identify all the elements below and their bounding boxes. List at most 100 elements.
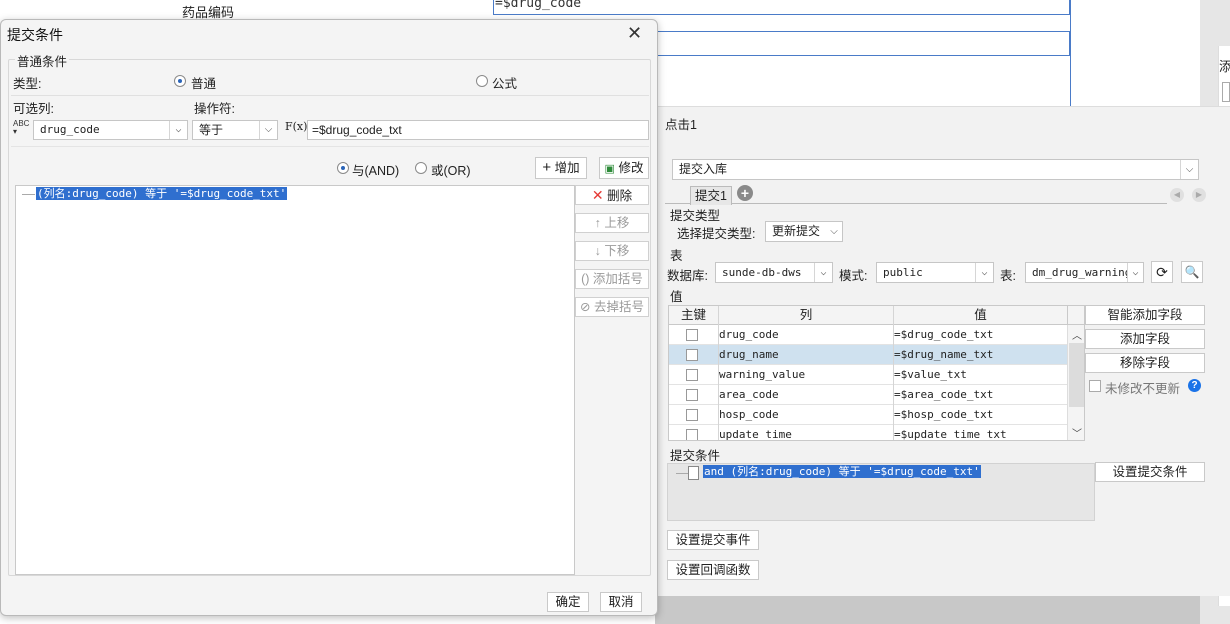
radio-and[interactable] [337,162,349,174]
table-scrollbar[interactable]: ︿ ﹀ [1067,325,1084,440]
radio-formula[interactable] [476,75,488,87]
expression-input[interactable]: =$drug_code_txt [307,120,649,140]
remove-bracket-label: 去掉括号 [593,300,644,314]
schema-value: public [883,266,923,279]
add-field-button[interactable]: 添加字段 [1085,329,1205,349]
group-legend: 普通条件 [15,51,70,70]
document-icon [688,466,699,480]
modify-condition-label: 修改 [618,161,644,175]
table-row[interactable]: area_code =$area_code_txt [669,385,1067,405]
column-select[interactable]: drug_code ⌵ [33,120,188,140]
chevron-down-icon: ⌵ [814,263,832,282]
remove-bracket-button[interactable]: ⊘ 去掉括号 [575,297,649,317]
database-select[interactable]: sunde-db-dws ⌵ [715,262,833,283]
scroll-up-icon[interactable]: ︿ [1072,327,1082,342]
submit-type-heading: 提交类型 [670,209,721,223]
chevron-down-icon: ⌵ [259,121,277,139]
column-header-col[interactable]: 列 [718,306,893,325]
schema-select[interactable]: public ⌵ [876,262,994,283]
cancel-button[interactable]: 取消 [600,592,642,612]
operator-select[interactable]: 等于 ⌵ [192,120,278,140]
refresh-icon[interactable]: ⟳ [1151,261,1173,283]
table-row[interactable]: drug_name =$drug_name_txt [669,345,1067,365]
set-callback-button[interactable]: 设置回调函数 [667,560,759,580]
condition-heading: 提交条件 [670,449,721,463]
table-row[interactable]: hosp_code =$hosp_code_txt [669,405,1067,425]
add-tab-icon[interactable]: + [737,185,753,201]
pk-checkbox[interactable] [686,409,698,421]
row-val: =$update_time_txt [894,428,1007,441]
condition-item-text: (列名:drug_code) 等于 '=$drug_code_txt' [36,187,288,200]
set-submit-event-button[interactable]: 设置提交事件 [667,530,759,550]
tab-submit-1[interactable]: 提交1 [690,186,732,205]
set-submit-condition-button[interactable]: 设置提交条件 [1095,462,1205,482]
tab-next-icon[interactable]: ▶ [1192,188,1206,202]
tree-connector [676,473,688,474]
radio-normal[interactable] [174,75,186,87]
pk-checkbox[interactable] [686,429,698,440]
delete-label: 删除 [607,189,633,203]
move-up-button[interactable]: ↑ 上移 [575,213,649,233]
bracket-icon: () [581,272,590,286]
modify-condition-button[interactable]: ▣ 修改 [599,157,649,179]
table-row[interactable]: warning_value =$value_txt [669,365,1067,385]
formula-icon[interactable]: F(x) [285,120,307,133]
side-panel-box[interactable] [1222,82,1230,102]
no-update-checkbox[interactable] [1089,380,1101,392]
condition-item[interactable]: (列名:drug_code) 等于 '=$drug_code_txt' [36,186,288,202]
tab-prev-icon[interactable]: ◀ [1170,188,1184,202]
delete-button[interactable]: ✕ 删除 [575,185,649,205]
database-value: sunde-db-dws [722,266,802,279]
panel-title: 点击1 [665,118,697,132]
row-col: hosp_code [719,408,779,421]
close-icon[interactable]: ✕ [627,23,642,44]
condition-tree: (列名:drug_code) 等于 '=$drug_code_txt' [15,185,575,575]
remove-field-button[interactable]: 移除字段 [1085,353,1205,373]
help-icon[interactable]: ? [1188,379,1201,392]
table-value: dm_drug_warning [1032,266,1132,279]
scroll-down-icon[interactable]: ﹀ [1072,425,1082,440]
column-header-spacer [1067,306,1084,325]
side-panel-label: 添 [1219,59,1230,74]
action-select[interactable]: 提交入库 ⌵ [672,159,1199,180]
submit-type-label: 选择提交类型: [677,227,756,241]
smart-add-field-button[interactable]: 智能添加字段 [1085,305,1205,325]
column-header-pk[interactable]: 主键 [669,306,718,325]
column-divider [718,306,719,440]
scroll-thumb[interactable] [1069,343,1084,407]
chevron-down-icon: ⌵ [975,263,993,282]
preview-icon[interactable]: 🔍 [1181,261,1203,283]
remove-bracket-icon: ⊘ [580,300,591,314]
type-label: 类型: [13,77,42,91]
condition-item-text: and (列名:drug_code) 等于 '=$drug_code_txt' [703,465,981,478]
radio-normal-label: 普通 [191,77,217,91]
add-bracket-button[interactable]: () 添加括号 [575,269,649,289]
add-condition-button[interactable]: + 增加 [535,157,587,179]
pk-checkbox[interactable] [686,349,698,361]
pk-checkbox[interactable] [686,389,698,401]
expression-value: =$drug_code_txt [312,123,402,137]
pk-checkbox[interactable] [686,369,698,381]
formula-icon-label: F(x) [285,120,308,133]
chevron-down-icon: ⌵ [1180,160,1198,179]
add-condition-label: 增加 [554,161,580,175]
table-heading: 表 [670,249,683,263]
move-down-button[interactable]: ↓ 下移 [575,241,649,261]
value-heading: 值 [670,290,683,304]
row-val: =$value_txt [894,368,967,381]
pk-checkbox[interactable] [686,329,698,341]
row-val: =$hosp_code_txt [894,408,994,421]
field-type-icon[interactable]: ABC ▾ [13,120,33,138]
column-header-val[interactable]: 值 [893,306,1067,325]
row-val: =$area_code_txt [894,388,994,401]
ok-button[interactable]: 确定 [547,592,589,612]
radio-or[interactable] [415,162,427,174]
edit-icon: ▣ [604,163,615,175]
condition-item[interactable]: and (列名:drug_code) 等于 '=$drug_code_txt' [703,464,981,480]
table-select[interactable]: dm_drug_warning ⌵ [1025,262,1144,283]
table-row[interactable]: drug_code =$drug_code_txt [669,325,1067,345]
table-row[interactable]: update_time =$update_time_txt [669,425,1067,441]
database-label: 数据库: [667,269,708,283]
submit-type-select[interactable]: 更新提交 ⌵ [765,221,843,242]
delete-icon: ✕ [591,187,604,203]
